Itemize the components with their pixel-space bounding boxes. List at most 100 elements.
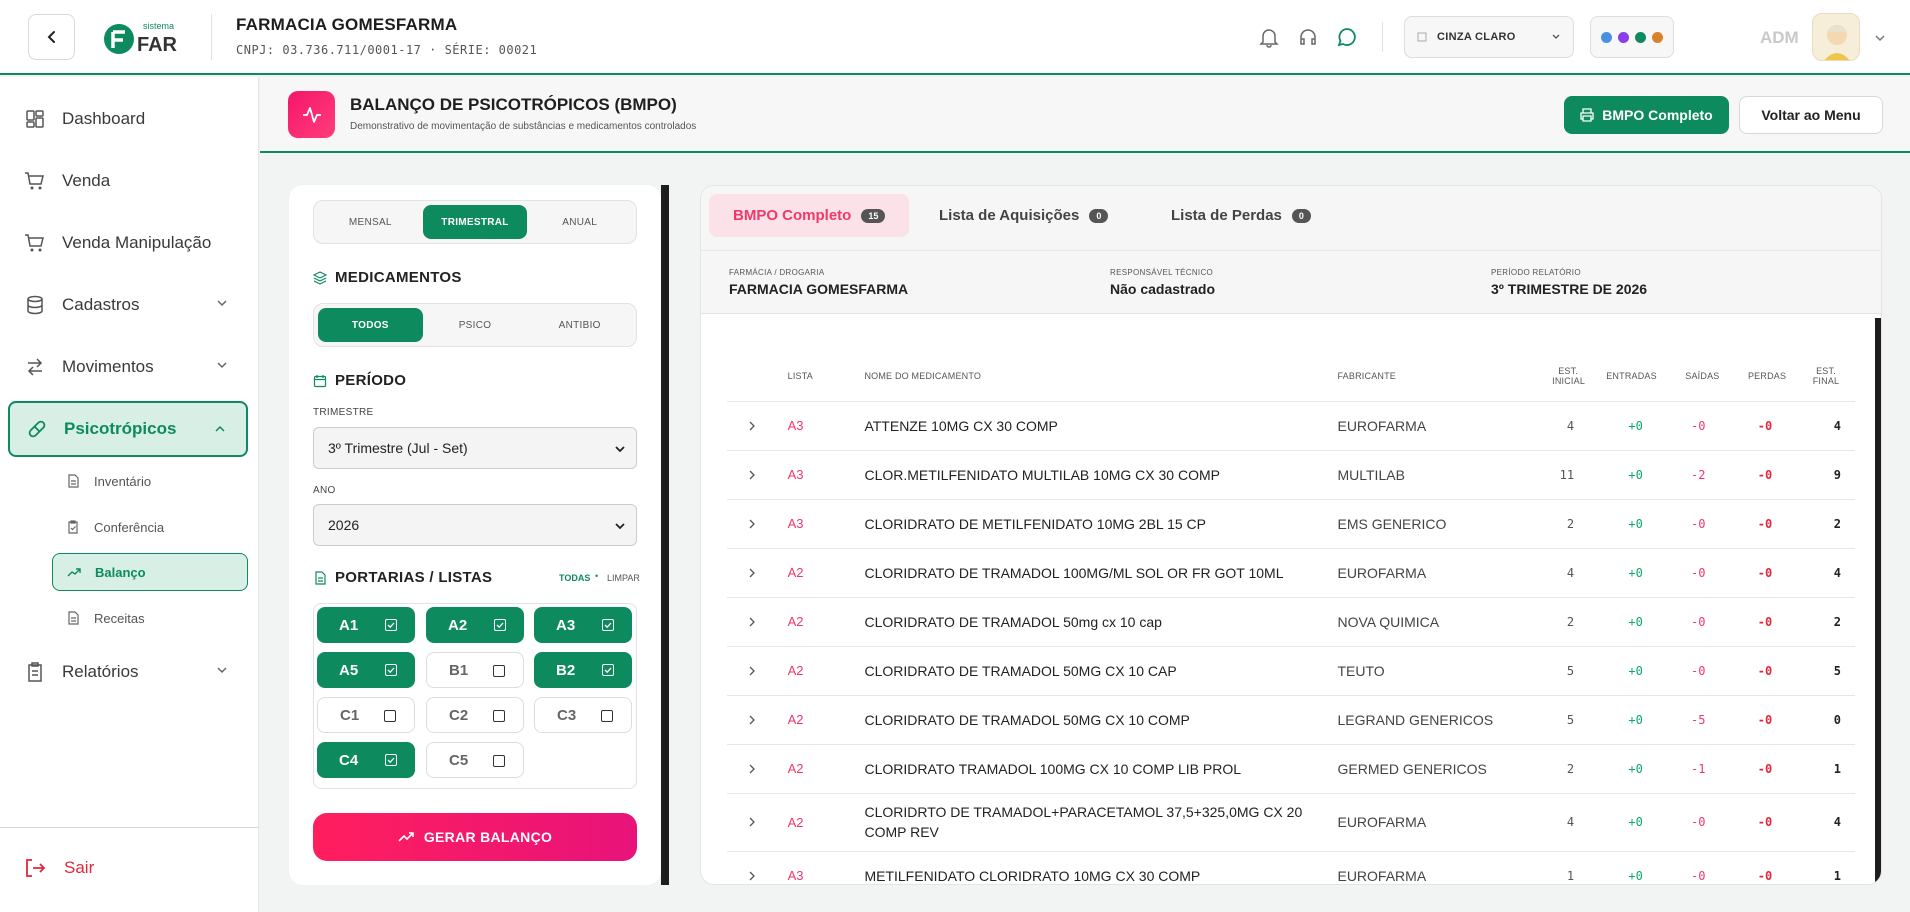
expand-row-button[interactable] xyxy=(727,744,788,794)
list-chip-c1[interactable]: C1 xyxy=(317,697,415,733)
info-value: Não cadastrado xyxy=(1110,281,1216,297)
color-dot-orange[interactable] xyxy=(1652,31,1663,43)
med-tab-todos[interactable]: TODOS xyxy=(318,308,423,342)
list-chip-a1[interactable]: A1 xyxy=(317,607,415,643)
filter-scrollbar[interactable] xyxy=(661,185,669,885)
table-row[interactable]: A3 CLORIDRATO DE METILFENIDATO 10MG 2BL 1… xyxy=(727,499,1855,549)
expand-row-button[interactable] xyxy=(727,548,788,598)
list-chip-c4[interactable]: C4 xyxy=(317,742,415,778)
cell-entradas: +0 xyxy=(1588,401,1657,451)
chevron-down-icon xyxy=(614,520,626,532)
voltar-menu-button[interactable]: Voltar ao Menu xyxy=(1739,96,1883,134)
period-tab-anual[interactable]: ANUAL xyxy=(527,205,632,239)
select-all-link[interactable]: TODAS xyxy=(559,573,590,583)
dashboard-icon xyxy=(24,108,46,130)
bell-icon[interactable] xyxy=(1256,24,1282,50)
checkbox-empty-icon xyxy=(384,710,396,722)
headset-icon[interactable] xyxy=(1295,24,1321,50)
table-row[interactable]: A2 CLORIDRATO DE TRAMADOL 50mg cx 10 cap N… xyxy=(727,597,1855,647)
medicamentos-title: MEDICAMENTOS xyxy=(313,269,462,286)
user-name: ADM xyxy=(1760,28,1799,47)
sidebar-item-relatorios[interactable]: Relatórios xyxy=(8,644,248,700)
cell-lista: A2 xyxy=(787,744,865,794)
expand-row-button[interactable] xyxy=(727,597,788,647)
theme-select[interactable]: CINZA CLARO xyxy=(1404,16,1574,58)
table-scrollbar[interactable] xyxy=(1875,318,1881,884)
cell-saidas: -0 xyxy=(1656,597,1720,647)
tab-lista-perdas[interactable]: Lista de Perdas 0 xyxy=(1147,194,1335,237)
user-chevron-down-icon[interactable] xyxy=(1874,32,1886,44)
expand-row-button[interactable] xyxy=(727,793,788,852)
expand-row-button[interactable] xyxy=(727,695,788,745)
cell-entradas: +0 xyxy=(1588,744,1657,794)
sidebar-item-venda-manipulacao[interactable]: Venda Manipulação xyxy=(8,215,248,271)
cell-fabricante: NOVA QUIMICA xyxy=(1337,597,1520,647)
list-chip-b1[interactable]: B1 xyxy=(426,652,524,688)
chevron-right-icon xyxy=(749,817,755,827)
list-chip-c2[interactable]: C2 xyxy=(426,697,524,733)
sidebar-subitem-receitas[interactable]: Receitas xyxy=(52,599,248,637)
expand-row-button[interactable] xyxy=(727,450,788,500)
sidebar-subitem-conferencia[interactable]: Conferência xyxy=(52,508,248,546)
avatar[interactable] xyxy=(1812,13,1860,61)
tab-bmpo-completo[interactable]: BMPO Completo 15 xyxy=(709,194,910,237)
sidebar-item-cadastros[interactable]: Cadastros xyxy=(8,277,248,333)
periodo-title: PERÍODO xyxy=(313,372,406,389)
cell-est-inicial: 11 xyxy=(1519,450,1589,500)
sidebar-subitem-balanco[interactable]: Balanço xyxy=(52,553,248,591)
medicamentos-label: MEDICAMENTOS xyxy=(335,269,462,286)
sidebar-item-psicotropicos[interactable]: Psicotrópicos xyxy=(8,401,248,457)
top-bar: FAR sistema FARMACIA GOMESFARMA CNPJ: 03… xyxy=(0,0,1910,75)
cell-saidas: -0 xyxy=(1656,548,1720,598)
table-row[interactable]: A2 CLORIDRTO DE TRAMADOL+PARACETAMOL 37,5… xyxy=(727,793,1855,852)
cell-est-final: 2 xyxy=(1786,597,1855,647)
trimestre-select[interactable]: 3º Trimestre (Jul - Set) xyxy=(313,427,637,469)
expand-row-button[interactable] xyxy=(727,646,788,696)
cell-perdas: -0 xyxy=(1719,597,1787,647)
info-value: 3º TRIMESTRE DE 2026 xyxy=(1491,281,1648,297)
table-row[interactable]: A2 CLORIDRATO DE TRAMADOL 100MG/ML SOL OR… xyxy=(727,548,1855,598)
list-chip-c5[interactable]: C5 xyxy=(426,742,524,778)
chat-icon[interactable] xyxy=(1334,24,1360,50)
report-tabs: BMPO Completo 15 Lista de Aquisições 0 L… xyxy=(701,186,1881,250)
sidebar-item-dashboard[interactable]: Dashboard xyxy=(8,91,248,147)
gerar-balanco-button[interactable]: GERAR BALANÇO xyxy=(313,813,637,861)
cell-nome: CLORIDRATO DE TRAMADOL 100MG/ML SOL OR F… xyxy=(864,548,1338,598)
list-chip-c3[interactable]: C3 xyxy=(534,697,632,733)
color-dot-green[interactable] xyxy=(1635,31,1646,43)
table-row[interactable]: A2 CLORIDRATO DE TRAMADOL 50MG CX 10 CAP T… xyxy=(727,646,1855,696)
clear-link[interactable]: LIMPAR xyxy=(607,573,640,583)
color-dot-blue[interactable] xyxy=(1601,31,1612,43)
list-chip-b2[interactable]: B2 xyxy=(534,652,632,688)
back-button[interactable] xyxy=(28,14,75,60)
col-perdas: PERDAS xyxy=(1719,351,1787,402)
expand-row-button[interactable] xyxy=(727,499,788,549)
list-chip-a5[interactable]: A5 xyxy=(317,652,415,688)
cell-nome: CLORIDRATO DE TRAMADOL 50MG CX 10 COMP xyxy=(864,695,1338,745)
table-row[interactable]: A3 ATTENZE 10MG CX 30 COMP EUROFARMA 4 +0 -0-… xyxy=(727,401,1855,451)
med-tab-psico[interactable]: PSICO xyxy=(423,308,528,342)
period-tab-trimestral[interactable]: TRIMESTRAL xyxy=(422,205,528,239)
color-picker[interactable] xyxy=(1590,16,1674,58)
expand-row-button[interactable] xyxy=(727,851,788,884)
ano-select[interactable]: 2026 xyxy=(313,504,637,546)
sidebar-item-movimentos[interactable]: Movimentos xyxy=(8,339,248,395)
expand-row-button[interactable] xyxy=(727,401,788,451)
table-row[interactable]: A2 CLORIDRATO TRAMADOL 100MG CX 10 COMP L… xyxy=(727,744,1855,794)
table-row[interactable]: A3 CLOR.METILFENIDATO MULTILAB 10MG CX 30… xyxy=(727,450,1855,500)
company-name: FARMACIA GOMESFARMA xyxy=(236,15,458,34)
sidebar-item-venda[interactable]: Venda xyxy=(8,153,248,209)
sidebar-subitem-label: Balanço xyxy=(95,564,146,580)
table-row[interactable]: A2 CLORIDRATO DE TRAMADOL 50MG CX 10 COMP… xyxy=(727,695,1855,745)
sidebar-subitem-inventario[interactable]: Inventário xyxy=(52,462,248,500)
med-tab-antibio[interactable]: ANTIBIO xyxy=(527,308,632,342)
period-tab-mensal[interactable]: MENSAL xyxy=(318,205,423,239)
table-row[interactable]: A3 METILFENIDATO CLORIDRATO 10MG CX 30 CO… xyxy=(727,851,1855,884)
color-dot-purple[interactable] xyxy=(1618,31,1629,43)
list-chip-a2[interactable]: A2 xyxy=(426,607,524,643)
chevron-right-icon xyxy=(749,470,755,479)
list-chip-a3[interactable]: A3 xyxy=(534,607,632,643)
bmpo-completo-button[interactable]: BMPO Completo xyxy=(1564,96,1729,134)
tab-lista-aquisicoes[interactable]: Lista de Aquisições 0 xyxy=(915,194,1132,237)
logout-button[interactable]: Sair xyxy=(24,858,94,878)
